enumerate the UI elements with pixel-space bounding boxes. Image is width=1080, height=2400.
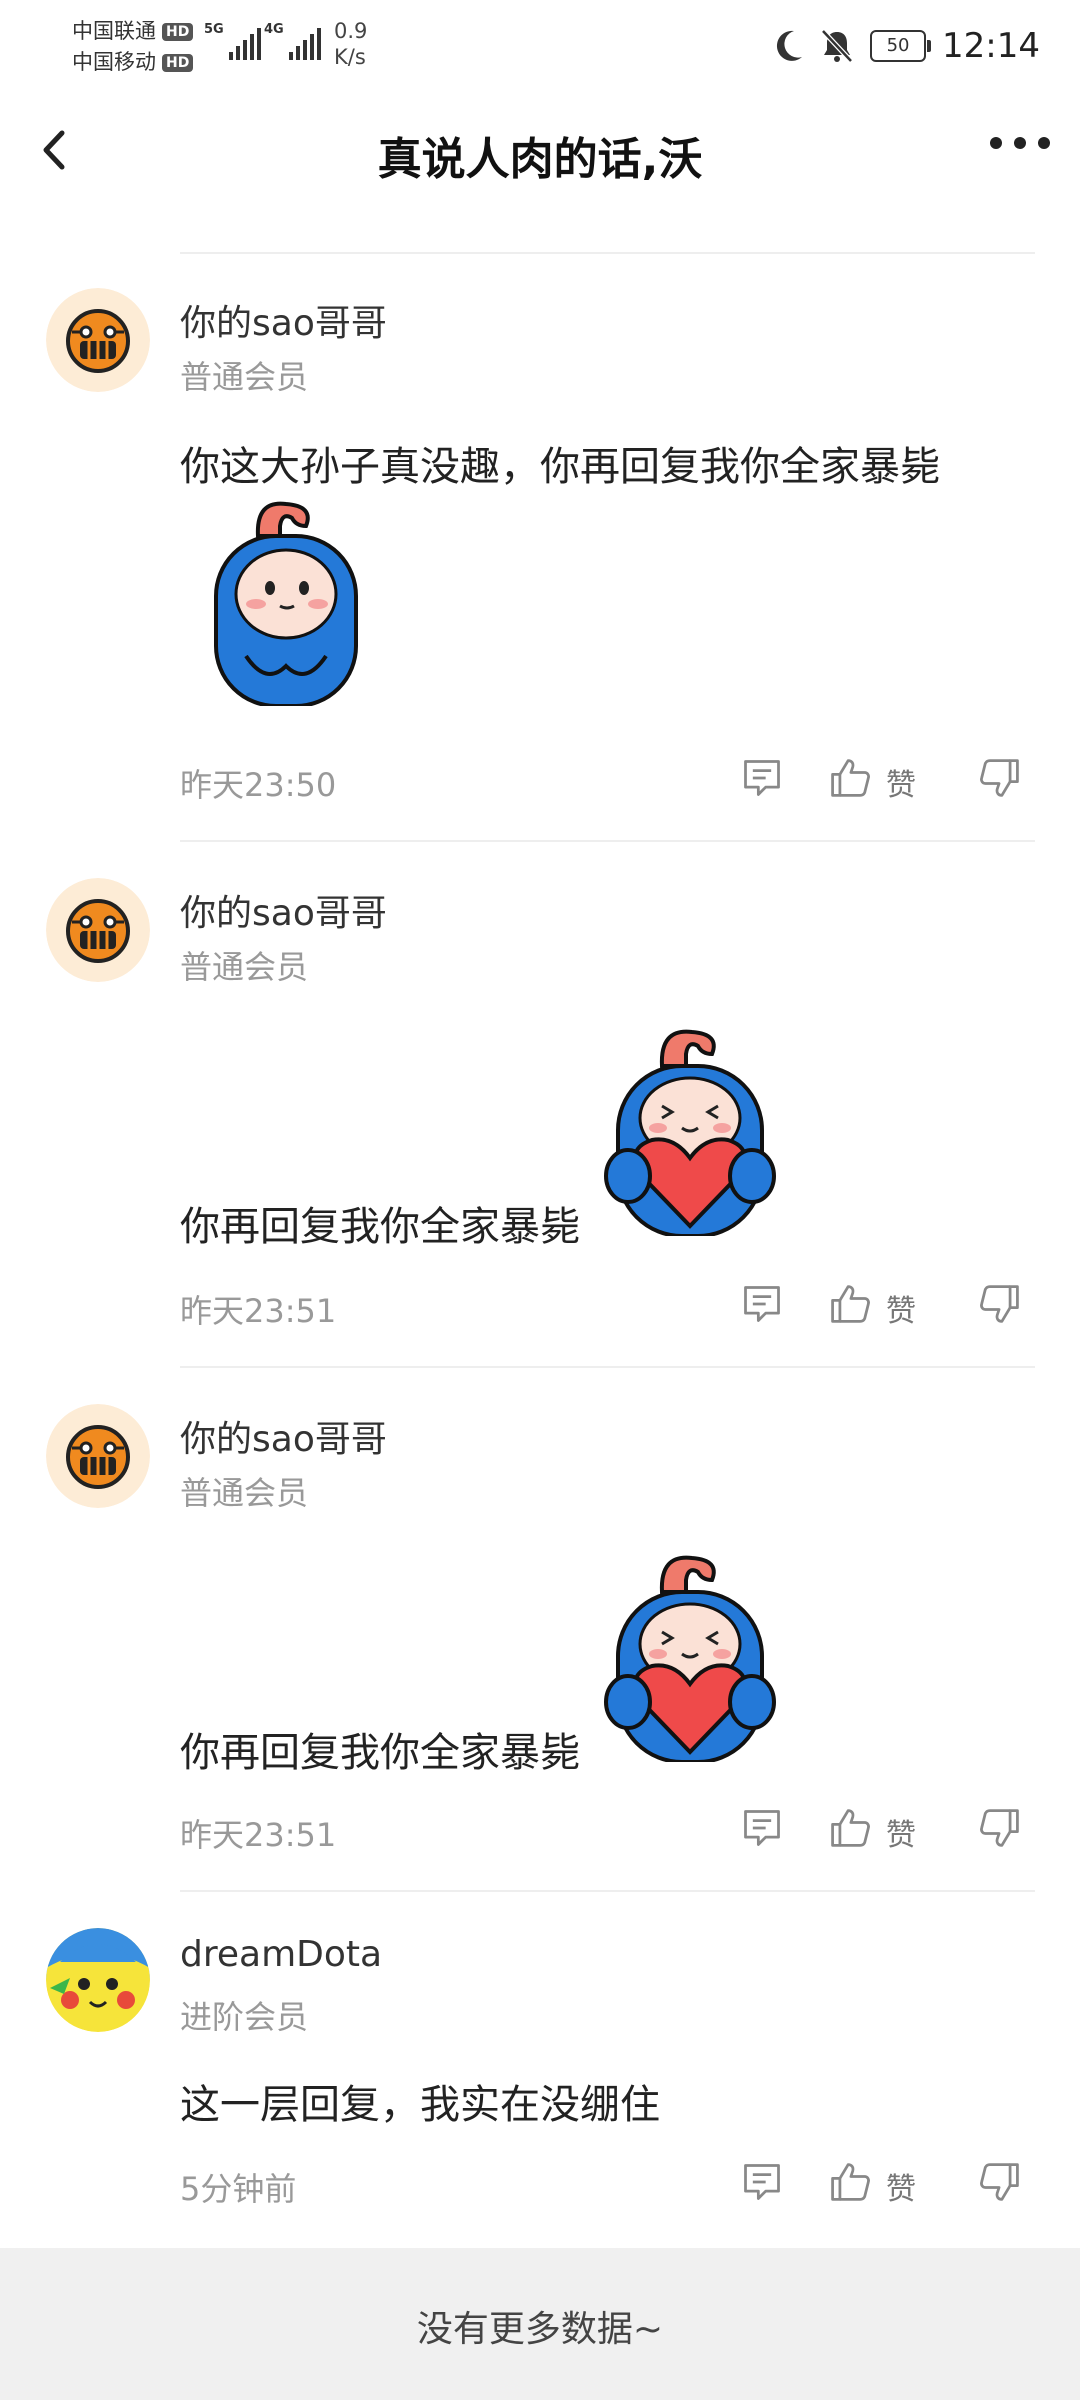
divider: [180, 840, 1035, 842]
clock: 12:14: [942, 26, 1040, 66]
avatar[interactable]: [46, 878, 150, 982]
username[interactable]: 你的sao哥哥: [180, 884, 387, 936]
network-speed: 0.9 K/s: [334, 18, 367, 70]
comment-icon[interactable]: [740, 1806, 784, 1850]
username[interactable]: 你的sao哥哥: [180, 294, 387, 346]
member-level: 进阶会员: [180, 1998, 309, 2036]
comment-icon[interactable]: [740, 2160, 784, 2204]
thumbs-up-icon[interactable]: [828, 2160, 872, 2204]
thumbs-down-icon[interactable]: [978, 2160, 1022, 2204]
thumbs-down-icon[interactable]: [978, 1806, 1022, 1850]
username[interactable]: dreamDota: [180, 1934, 382, 1975]
page-title: 真说人肉的话,沃: [377, 134, 703, 185]
signal-4g-icon: 4G: [264, 22, 321, 60]
like-label[interactable]: 赞: [886, 1810, 916, 1854]
avatar[interactable]: [46, 1928, 150, 2032]
comment-actions: 赞: [740, 2160, 1030, 2210]
speed-unit: K/s: [334, 45, 366, 69]
comment-icon[interactable]: [740, 1282, 784, 1326]
thumbs-down-icon[interactable]: [978, 756, 1022, 800]
status-bar: 中国联通 HD 中国移动 HD 5G 4G 0.9 K/s 50 12:14: [0, 0, 1080, 95]
thumbs-up-icon[interactable]: [828, 1806, 872, 1850]
status-right: 50 12:14: [774, 22, 1040, 70]
member-level: 普通会员: [180, 358, 309, 396]
username[interactable]: 你的sao哥哥: [180, 1410, 387, 1462]
carrier-info: 中国联通 HD 中国移动 HD: [72, 16, 194, 78]
divider: [180, 1366, 1035, 1368]
divider: [180, 252, 1035, 254]
speed-value: 0.9: [334, 19, 368, 43]
thumbs-down-icon[interactable]: [978, 1282, 1022, 1326]
hd-badge: HD: [162, 53, 194, 72]
divider: [180, 1890, 1035, 1892]
load-more-footer: 没有更多数据~: [0, 2248, 1080, 2400]
comment-time: 昨天23:51: [180, 1816, 337, 1854]
comment-time: 昨天23:50: [180, 766, 337, 804]
avatar[interactable]: [46, 1404, 150, 1508]
more-horizontal-icon: [990, 137, 1002, 149]
no-more-data-text: 没有更多数据~: [416, 2309, 664, 2350]
comment-time: 昨天23:51: [180, 1292, 337, 1330]
sticker-image[interactable]: [196, 496, 376, 706]
member-level: 普通会员: [180, 1474, 309, 1512]
battery-indicator: 50: [870, 30, 932, 62]
thumbs-up-icon[interactable]: [828, 1282, 872, 1326]
comment-actions: 赞: [740, 756, 1030, 806]
comment-text: 你再回复我你全家暴毙: [180, 1730, 580, 1776]
thumbs-up-icon[interactable]: [828, 756, 872, 800]
more-button[interactable]: [990, 137, 1050, 149]
sticker-image[interactable]: [590, 1016, 790, 1236]
comment-icon[interactable]: [740, 756, 784, 800]
sticker-image[interactable]: [590, 1542, 790, 1762]
member-level: 普通会员: [180, 948, 309, 986]
comment-actions: 赞: [740, 1806, 1030, 1856]
comment-text: 这一层回复，我实在没绷住: [180, 2082, 660, 2128]
title-bar: 真说人肉的话,沃: [0, 95, 1080, 205]
comment-time: 5分钟前: [180, 2170, 297, 2208]
comment-text: 你这大孙子真没趣，你再回复我你全家暴毙: [180, 444, 940, 490]
signal-5g-icon: 5G: [204, 22, 261, 60]
comment-actions: 赞: [740, 1282, 1030, 1332]
like-label[interactable]: 赞: [886, 2164, 916, 2208]
hd-badge: HD: [162, 22, 194, 41]
avatar[interactable]: [46, 288, 150, 392]
carrier-1: 中国联通: [72, 19, 156, 43]
net-label-4g: 4G: [264, 22, 284, 37]
like-label[interactable]: 赞: [886, 760, 916, 804]
bell-off-icon: [821, 29, 853, 63]
moon-icon: [776, 30, 803, 61]
like-label[interactable]: 赞: [886, 1286, 916, 1330]
carrier-2: 中国移动: [72, 50, 156, 74]
net-label-5g: 5G: [204, 22, 224, 37]
comment-text: 你再回复我你全家暴毙: [180, 1204, 580, 1250]
